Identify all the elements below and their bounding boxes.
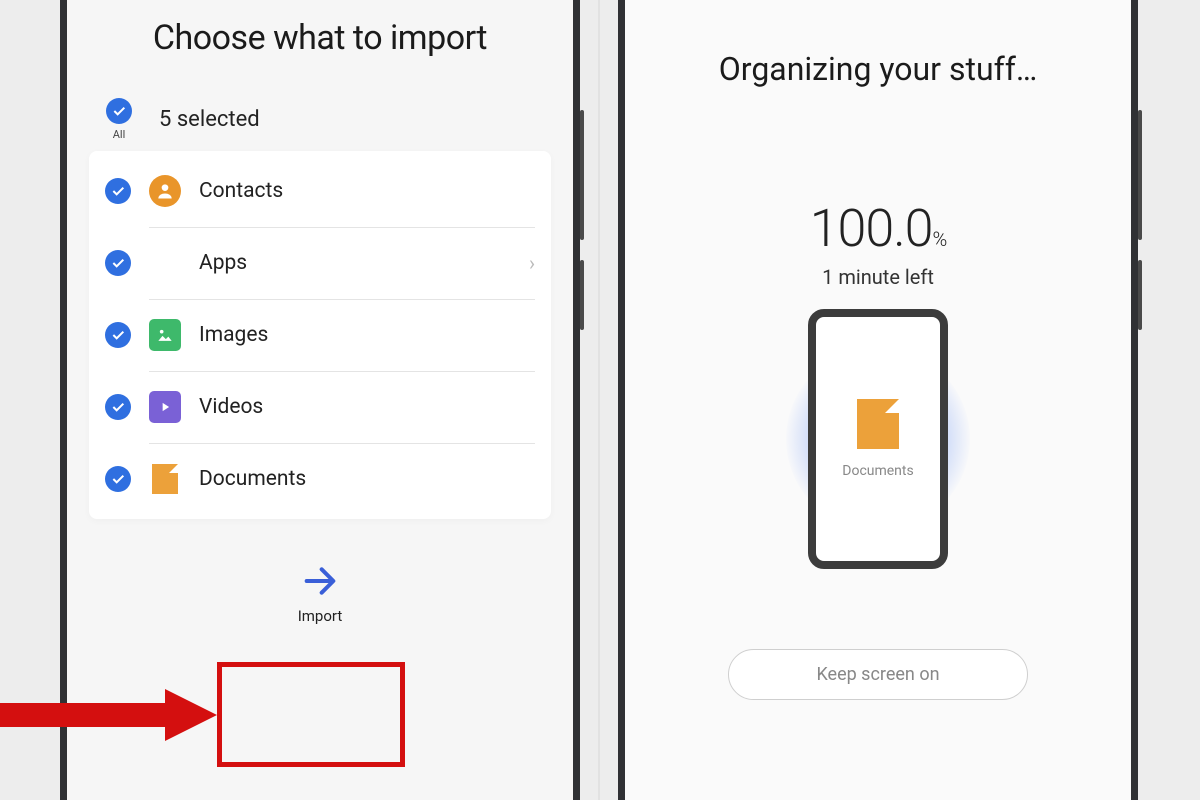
arrow-right-icon bbox=[300, 561, 340, 601]
keep-screen-on-label: Keep screen on bbox=[816, 664, 939, 685]
percent-unit: % bbox=[933, 227, 947, 251]
item-label: Apps bbox=[199, 251, 511, 275]
check-icon bbox=[111, 103, 127, 119]
item-checkbox[interactable] bbox=[105, 250, 131, 276]
screen-right: Organizing your stuff… 100.0% 1 minute l… bbox=[625, 0, 1131, 800]
import-items-card: Contacts Apps › bbox=[89, 151, 551, 519]
item-row-videos[interactable]: Videos bbox=[89, 371, 551, 443]
item-row-apps[interactable]: Apps › bbox=[89, 227, 551, 299]
page-title: Choose what to import bbox=[89, 18, 551, 58]
progress-percent: 100.0% bbox=[647, 198, 1109, 259]
item-label: Documents bbox=[199, 467, 535, 491]
select-all-checkbox[interactable] bbox=[106, 98, 132, 124]
documents-icon bbox=[857, 399, 899, 449]
item-row-documents[interactable]: Documents bbox=[89, 443, 551, 515]
check-icon bbox=[110, 255, 126, 271]
images-icon bbox=[149, 319, 181, 351]
select-all-label: All bbox=[113, 128, 126, 141]
right-screenshot: Organizing your stuff… 100.0% 1 minute l… bbox=[600, 0, 1200, 800]
page-title: Organizing your stuff… bbox=[647, 50, 1109, 88]
import-area: Import bbox=[89, 549, 551, 637]
phone-side-button bbox=[1138, 260, 1142, 330]
item-checkbox[interactable] bbox=[105, 466, 131, 492]
item-label: Videos bbox=[199, 395, 535, 419]
phone-side-button bbox=[1138, 110, 1142, 240]
item-checkbox[interactable] bbox=[105, 322, 131, 348]
apps-icon bbox=[149, 250, 181, 276]
mini-phone-illustration: Documents bbox=[808, 309, 948, 569]
phone-side-button bbox=[580, 260, 584, 330]
item-checkbox[interactable] bbox=[105, 178, 131, 204]
item-checkbox[interactable] bbox=[105, 394, 131, 420]
import-button[interactable]: Import bbox=[268, 549, 373, 637]
select-all-row[interactable]: All 5 selected bbox=[89, 98, 551, 151]
phone-frame-left: Choose what to import All 5 selected bbox=[60, 0, 580, 800]
current-item-label: Documents bbox=[842, 463, 913, 479]
keep-screen-on-button[interactable]: Keep screen on bbox=[728, 649, 1028, 700]
videos-icon bbox=[149, 391, 181, 423]
percent-value: 100.0 bbox=[810, 198, 933, 259]
phone-side-button bbox=[580, 110, 584, 240]
check-icon bbox=[110, 399, 126, 415]
import-label: Import bbox=[298, 607, 343, 625]
check-icon bbox=[110, 183, 126, 199]
screen-left: Choose what to import All 5 selected bbox=[67, 0, 573, 800]
contacts-icon bbox=[149, 175, 181, 207]
selected-count: 5 selected bbox=[159, 107, 260, 132]
left-screenshot: Choose what to import All 5 selected bbox=[0, 0, 600, 800]
phone-frame-right: Organizing your stuff… 100.0% 1 minute l… bbox=[618, 0, 1138, 800]
chevron-right-icon: › bbox=[529, 251, 535, 275]
item-row-images[interactable]: Images bbox=[89, 299, 551, 371]
documents-icon bbox=[149, 463, 181, 495]
item-label: Contacts bbox=[199, 179, 535, 203]
check-icon bbox=[110, 327, 126, 343]
item-row-contacts[interactable]: Contacts bbox=[89, 155, 551, 227]
check-icon bbox=[110, 471, 126, 487]
item-label: Images bbox=[199, 323, 535, 347]
progress-area: 100.0% 1 minute left Documents bbox=[647, 198, 1109, 559]
time-remaining: 1 minute left bbox=[647, 265, 1109, 289]
progress-glow: Documents bbox=[758, 319, 998, 559]
